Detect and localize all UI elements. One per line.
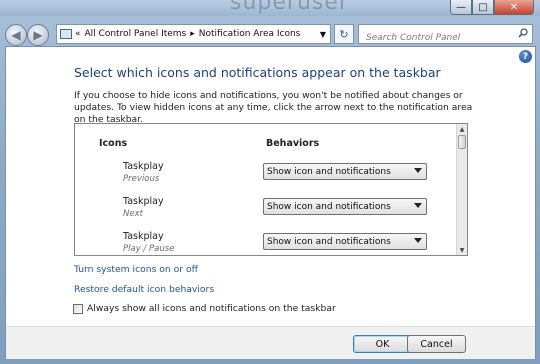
refresh-button[interactable]: ↻ — [334, 24, 354, 44]
titlebar: superuser — □ ✕ — [0, 0, 540, 16]
minimize-button[interactable]: — — [450, 0, 472, 15]
scroll-up-icon[interactable]: ▲ — [457, 124, 467, 134]
refresh-icon: ↻ — [339, 27, 349, 41]
content-pane: ? Select which icons and notifications a… — [5, 46, 536, 359]
row-name: Taskplay — [123, 161, 164, 172]
search-icon[interactable] — [518, 28, 528, 38]
background-watermark: superuser — [230, 0, 349, 15]
control-panel-icon — [60, 29, 72, 39]
behavior-dropdown[interactable]: Show icon and notifications — [263, 233, 427, 250]
caption-buttons: — □ ✕ — [450, 0, 534, 15]
restore-defaults-link[interactable]: Restore default icon behaviors — [74, 284, 214, 295]
behavior-dropdown[interactable]: Show icon and notifications — [263, 198, 427, 215]
row-name: Taskplay — [123, 196, 164, 207]
scroll-down-icon[interactable]: ▼ — [457, 245, 467, 255]
always-show-checkbox[interactable] — [73, 303, 83, 314]
chevron-down-icon — [414, 203, 422, 208]
scroll-thumb[interactable] — [458, 135, 466, 149]
cancel-button[interactable]: Cancel — [407, 335, 466, 353]
back-button[interactable]: ◀ — [5, 24, 27, 46]
row-name: Taskplay — [123, 231, 164, 242]
column-header-behaviors: Behaviors — [266, 138, 320, 149]
behavior-dropdown-value: Show icon and notifications — [267, 166, 391, 177]
page-description: If you choose to hide icons and notifica… — [74, 90, 473, 125]
icon-behavior-list[interactable]: Icons Behaviors Taskplay Previous Show i… — [74, 123, 468, 256]
behavior-dropdown-value: Show icon and notifications — [267, 236, 391, 247]
breadcrumb-overflow[interactable]: « — [75, 29, 81, 39]
row-subtitle: Play / Pause — [123, 244, 175, 254]
search-input[interactable] — [364, 29, 518, 47]
minimize-icon: — — [456, 1, 466, 13]
back-arrow-icon: ◀ — [11, 28, 21, 42]
address-dropdown-icon[interactable]: ▼ — [320, 30, 326, 39]
always-show-label[interactable]: Always show all icons and notifications … — [87, 303, 336, 314]
close-icon: ✕ — [509, 1, 519, 13]
row-subtitle: Next — [123, 209, 143, 219]
ok-button[interactable]: OK — [353, 335, 412, 353]
button-bar: OK Cancel — [6, 326, 535, 359]
chevron-down-icon — [414, 168, 422, 173]
breadcrumb-notification-icons[interactable]: Notification Area Icons — [199, 29, 301, 39]
close-button[interactable]: ✕ — [494, 0, 534, 15]
breadcrumb-separator-icon[interactable]: ▸ — [190, 29, 195, 39]
forward-button[interactable]: ▶ — [27, 24, 49, 46]
behavior-dropdown[interactable]: Show icon and notifications — [263, 163, 427, 180]
page-title: Select which icons and notifications app… — [74, 65, 441, 80]
breadcrumb-all-items[interactable]: All Control Panel Items — [85, 29, 187, 39]
address-bar[interactable]: « All Control Panel Items ▸ Notification… — [56, 24, 331, 44]
column-header-icons: Icons — [99, 138, 128, 149]
behavior-dropdown-value: Show icon and notifications — [267, 201, 391, 212]
maximize-button[interactable]: □ — [472, 0, 494, 15]
system-icons-link[interactable]: Turn system icons on or off — [74, 264, 198, 275]
forward-arrow-icon: ▶ — [33, 28, 43, 42]
list-scrollbar[interactable]: ▲ ▼ — [456, 124, 467, 255]
window-frame: superuser — □ ✕ ◀ ▶ « All Control Panel … — [0, 0, 540, 364]
search-box[interactable] — [358, 24, 533, 47]
maximize-icon: □ — [478, 1, 488, 13]
chevron-down-icon — [414, 238, 422, 243]
row-subtitle: Previous — [123, 174, 160, 184]
help-icon[interactable]: ? — [519, 50, 532, 63]
always-show-option[interactable]: Always show all icons and notifications … — [73, 303, 336, 314]
